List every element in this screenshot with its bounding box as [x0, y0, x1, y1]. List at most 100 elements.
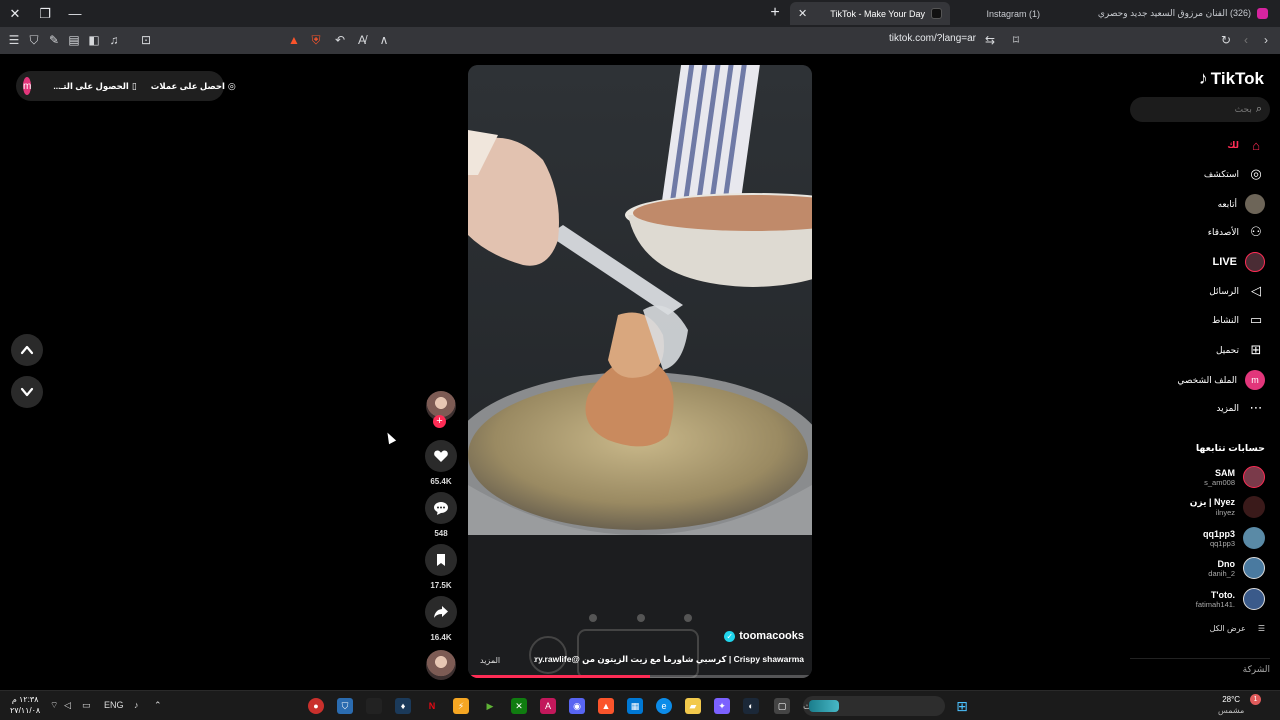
taskbar-search[interactable]: ⌕ بحث: [803, 696, 945, 716]
search-input[interactable]: ⌕ بحث: [1130, 97, 1270, 122]
brave-shields-icon[interactable]: ⛨: [308, 32, 324, 48]
tray-chevron-up-icon[interactable]: ⌃: [154, 700, 162, 711]
share-count: 16.4K: [430, 633, 452, 642]
brave-icon[interactable]: ▲: [598, 698, 614, 714]
screenshot-icon[interactable]: ⊡: [138, 32, 154, 48]
display-icon[interactable]: ▭: [82, 700, 91, 711]
following-account[interactable]: T'oto. fatimah141.: [1196, 588, 1265, 610]
music-disc-avatar[interactable]: [426, 650, 456, 680]
app-icon[interactable]: ⚡: [453, 698, 469, 714]
previous-video-button[interactable]: [11, 334, 43, 366]
microphone-icon[interactable]: ♪: [134, 700, 139, 710]
reader-icon[interactable]: ∧: [376, 32, 392, 48]
new-tab-button[interactable]: +: [766, 4, 784, 22]
play-store-icon[interactable]: ▶: [482, 698, 498, 714]
sound-disc[interactable]: [424, 650, 458, 680]
tab-instagram[interactable]: Instagram (1): [952, 2, 1048, 25]
music-icon[interactable]: ♫: [106, 32, 122, 48]
get-app-button[interactable]: ▯ الحصول على التـ...: [53, 81, 136, 92]
save-action[interactable]: 17.5K: [424, 544, 458, 590]
like-button[interactable]: [425, 440, 457, 472]
pin-icon[interactable]: ✎: [46, 32, 62, 48]
following-account[interactable]: SAM s_am008: [1204, 466, 1265, 488]
address-bar[interactable]: tiktok.com/?lang=ar: [850, 33, 976, 44]
caption-more-button[interactable]: المزيد: [480, 656, 500, 665]
save-button[interactable]: [425, 544, 457, 576]
nav-messages[interactable]: ◁ الرسائل: [1209, 282, 1265, 300]
minimize-window-button[interactable]: —: [60, 0, 90, 27]
back-icon[interactable]: ‹: [1238, 32, 1254, 48]
forward-icon[interactable]: ›: [1258, 32, 1274, 48]
nav-profile[interactable]: m الملف الشخصي: [1177, 370, 1265, 390]
follow-plus-icon[interactable]: +: [433, 415, 446, 428]
app-icon[interactable]: ●: [308, 698, 324, 714]
nav-for-you[interactable]: ⌂ لك: [1227, 136, 1265, 154]
shield-icon[interactable]: ⛉: [26, 32, 42, 48]
share-button[interactable]: [425, 596, 457, 628]
app-icon[interactable]: ✦: [714, 698, 730, 714]
nav-upload[interactable]: ⊞ تحميل: [1216, 341, 1265, 359]
notification-badge[interactable]: 1: [1250, 694, 1261, 705]
brave-rewards-icon[interactable]: ▲: [286, 32, 302, 48]
tab-title: TikTok - Make Your Day: [830, 8, 925, 19]
creator-avatar-button[interactable]: +: [424, 391, 458, 428]
steam-icon[interactable]: ◐: [743, 698, 759, 714]
close-tab-icon[interactable]: ✕: [798, 7, 807, 20]
discord-icon[interactable]: ◉: [569, 698, 585, 714]
xbox-icon[interactable]: ✕: [511, 698, 527, 714]
windows-start-icon[interactable]: ⊞: [954, 698, 970, 714]
flame-app-icon[interactable]: ♦: [395, 698, 411, 714]
tiktok-logo[interactable]: ♪ TikTok: [1199, 68, 1264, 89]
like-action[interactable]: 65.4K: [424, 440, 458, 486]
translate-icon[interactable]: A̸: [354, 32, 370, 48]
undo-icon[interactable]: ↶: [332, 32, 348, 48]
nav-activity[interactable]: ▭ النشاط: [1212, 311, 1265, 329]
video-progress-bar[interactable]: [468, 675, 812, 678]
volume-icon[interactable]: ◁: [64, 700, 71, 711]
following-account[interactable]: يزن | Nyez ilnyez: [1190, 496, 1265, 518]
browser-toolbar: ☰ ⛉ ✎ ▤ ◧ ♫ ⊡ ▲ ⛨ ↶ A̸ ∧ tiktok.com/?lan…: [0, 27, 1280, 54]
video-author[interactable]: ✓ toomacooks: [724, 630, 804, 642]
close-window-button[interactable]: ✕: [0, 0, 30, 27]
sidebar-icon[interactable]: ◧: [86, 32, 102, 48]
user-avatar[interactable]: m: [23, 77, 32, 95]
following-account[interactable]: qq1pp3 qq1pp3: [1203, 527, 1265, 549]
app-icon[interactable]: ▢: [774, 698, 790, 714]
more-icon: ⋯: [1249, 400, 1263, 415]
reload-icon[interactable]: ↻: [1218, 32, 1234, 48]
weather-widget[interactable]: 28°C مشمس: [1218, 694, 1244, 716]
restore-window-button[interactable]: ❐: [30, 0, 60, 27]
tab-tiktok[interactable]: TikTok - Make Your Day ✕: [790, 2, 950, 25]
language-indicator[interactable]: ENG: [104, 700, 124, 710]
nav-more[interactable]: ⋯ المزيد: [1216, 399, 1265, 417]
netflix-icon[interactable]: N: [424, 698, 440, 714]
wallet-icon[interactable]: ▤: [66, 32, 82, 48]
bookmark-icon[interactable]: ⌑: [1008, 32, 1024, 48]
comment-action[interactable]: 548: [424, 492, 458, 538]
comment-button[interactable]: [425, 492, 457, 524]
taskbar-clock[interactable]: ١٢:٣٨ م ٢٧/١١/٠٨: [10, 694, 40, 716]
network-icon[interactable]: ⌔: [50, 700, 58, 711]
nav-explore[interactable]: ◎ استكشف: [1204, 165, 1265, 183]
nav-friends[interactable]: ⚇ الأصدقاء: [1208, 223, 1265, 241]
menu-icon[interactable]: ☰: [6, 32, 22, 48]
nav-following[interactable]: أتابعه: [1218, 194, 1265, 214]
company-link[interactable]: الشركة: [1243, 664, 1270, 675]
video-player[interactable]: ✓ toomacooks Crispy shawarma | كرسبي شاو…: [468, 65, 812, 678]
app-icon[interactable]: A: [540, 698, 556, 714]
file-explorer-icon[interactable]: ▰: [685, 698, 701, 714]
share-action[interactable]: 16.4K: [424, 596, 458, 642]
get-coins-button[interactable]: ◎ احصل على عملات: [151, 81, 236, 92]
store-icon[interactable]: ▦: [627, 698, 643, 714]
nav-live[interactable]: LIVE: [1213, 252, 1265, 272]
tiktok-note-icon: ♪: [1198, 68, 1208, 88]
following-account[interactable]: Dno danih_2: [1208, 557, 1265, 579]
site-settings-icon[interactable]: ⇆: [982, 32, 998, 48]
next-video-button[interactable]: [11, 376, 43, 408]
app-icon[interactable]: [366, 698, 382, 714]
edge-icon[interactable]: e: [656, 698, 672, 714]
tab-youtube[interactable]: (326) الفنان مرزوق السعيد جديد وحصري: [1090, 2, 1276, 25]
nav-label: المزيد: [1216, 402, 1239, 413]
shield-app-icon[interactable]: ⛉: [337, 698, 353, 714]
see-all-button[interactable]: ☰ عرض الكل: [1210, 624, 1265, 633]
